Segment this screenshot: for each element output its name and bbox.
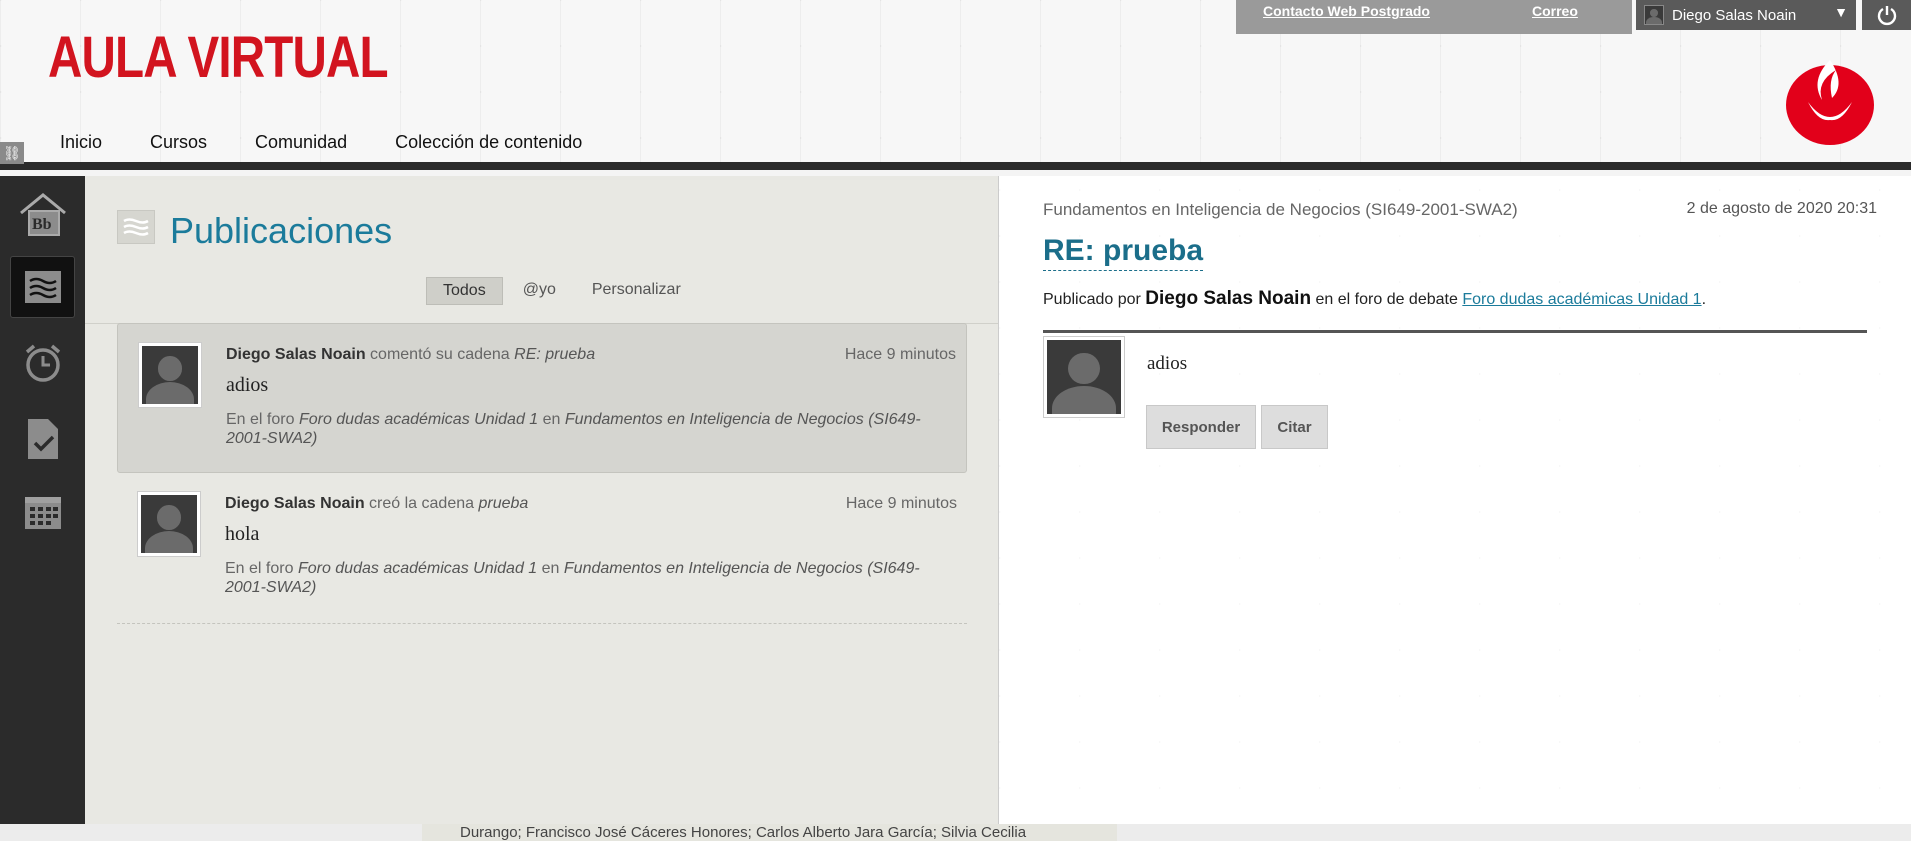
filter-personalizar[interactable]: Personalizar xyxy=(576,277,697,305)
detail-course: Fundamentos en Inteligencia de Negocios … xyxy=(1043,200,1518,219)
divider xyxy=(117,623,967,624)
detail-byline: Publicado por Diego Salas Noain en el fo… xyxy=(1043,288,1707,309)
forum-link[interactable]: Foro dudas académicas Unidad 1 xyxy=(1462,291,1701,308)
svg-text:Bb: Bb xyxy=(32,216,52,233)
link-icon[interactable]: ⛓ xyxy=(0,142,24,164)
header: AULA VIRTUAL Inicio Cursos Comunidad Col… xyxy=(0,0,1911,170)
avatar xyxy=(138,342,202,408)
stream-header-icon xyxy=(117,210,155,244)
filter-todos[interactable]: Todos xyxy=(426,277,503,305)
divider xyxy=(1043,330,1867,333)
user-name: Diego Salas Noain xyxy=(1672,6,1797,24)
contact-postgrado-link[interactable]: Contacto Web Postgrado xyxy=(1263,3,1430,19)
alarm-clock-icon[interactable] xyxy=(10,332,75,394)
item-forum: Foro dudas académicas Unidad 1 xyxy=(297,560,538,577)
detail-title[interactable]: RE: prueba xyxy=(1043,234,1204,271)
caret-down-icon: ▼ xyxy=(1834,4,1848,20)
item-meta: Diego Salas Noain comentó su cadena RE: … xyxy=(226,346,596,363)
nav-coleccion-contenido[interactable]: Colección de contenido xyxy=(395,130,582,154)
filter-tabs: Todos @yo Personalizar xyxy=(426,277,701,305)
avatar xyxy=(1043,336,1125,418)
mail-link[interactable]: Correo xyxy=(1532,3,1578,19)
aula-virtual-logo[interactable]: AULA VIRTUAL xyxy=(48,26,389,90)
detail-date: 2 de agosto de 2020 20:31 xyxy=(1686,200,1877,217)
item-author: Diego Salas Noain xyxy=(226,346,366,363)
item-body: adios xyxy=(226,374,269,396)
detail-panel: Fundamentos en Inteligencia de Negocios … xyxy=(998,176,1911,824)
filter-yo[interactable]: @yo xyxy=(507,277,572,305)
bottom-text: Durango; Francisco José Cáceres Honores;… xyxy=(422,824,1117,841)
nav-cursos[interactable]: Cursos xyxy=(150,130,207,154)
item-time: Hace 9 minutos xyxy=(844,346,956,363)
item-thread: RE: prueba xyxy=(514,346,596,363)
user-avatar xyxy=(1644,5,1664,25)
item-time: Hace 9 minutos xyxy=(845,495,957,512)
upc-brand-icon xyxy=(1786,60,1874,145)
main-nav: Inicio Cursos Comunidad Colección de con… xyxy=(60,130,630,154)
page-title: Publicaciones xyxy=(170,210,393,251)
reply-button[interactable]: Responder xyxy=(1146,405,1256,449)
stream-panel: Publicaciones Todos @yo Personalizar Die… xyxy=(85,176,998,824)
stream-item[interactable]: Diego Salas Noain creó la cadena prueba … xyxy=(117,473,967,623)
left-rail: Bb xyxy=(0,176,85,841)
item-author: Diego Salas Noain xyxy=(225,495,365,512)
nav-inicio[interactable]: Inicio xyxy=(60,130,102,154)
top-links-bar: Contacto Web Postgrado Correo xyxy=(1236,0,1632,34)
item-context: En el foro Foro dudas académicas Unidad … xyxy=(226,411,921,447)
calendar-icon[interactable] xyxy=(10,480,75,542)
avatar xyxy=(137,491,201,557)
grades-icon[interactable] xyxy=(10,408,75,470)
stream-item[interactable]: Diego Salas Noain comentó su cadena RE: … xyxy=(117,323,967,473)
item-meta: Diego Salas Noain creó la cadena prueba xyxy=(225,495,529,512)
item-context: En el foro Foro dudas académicas Unidad … xyxy=(225,560,920,596)
item-thread: prueba xyxy=(478,495,529,512)
item-body: hola xyxy=(225,523,260,545)
nav-comunidad[interactable]: Comunidad xyxy=(255,130,347,154)
bb-home-icon[interactable]: Bb xyxy=(10,184,75,246)
user-menu[interactable]: Diego Salas Noain ▼ xyxy=(1636,0,1856,30)
power-icon[interactable] xyxy=(1862,0,1911,30)
detail-body: adios xyxy=(1147,353,1188,374)
detail-author: Diego Salas Noain xyxy=(1145,288,1312,309)
quote-button[interactable]: Citar xyxy=(1261,405,1328,449)
item-forum: Foro dudas académicas Unidad 1 xyxy=(298,411,539,428)
stream-icon[interactable] xyxy=(10,256,75,318)
